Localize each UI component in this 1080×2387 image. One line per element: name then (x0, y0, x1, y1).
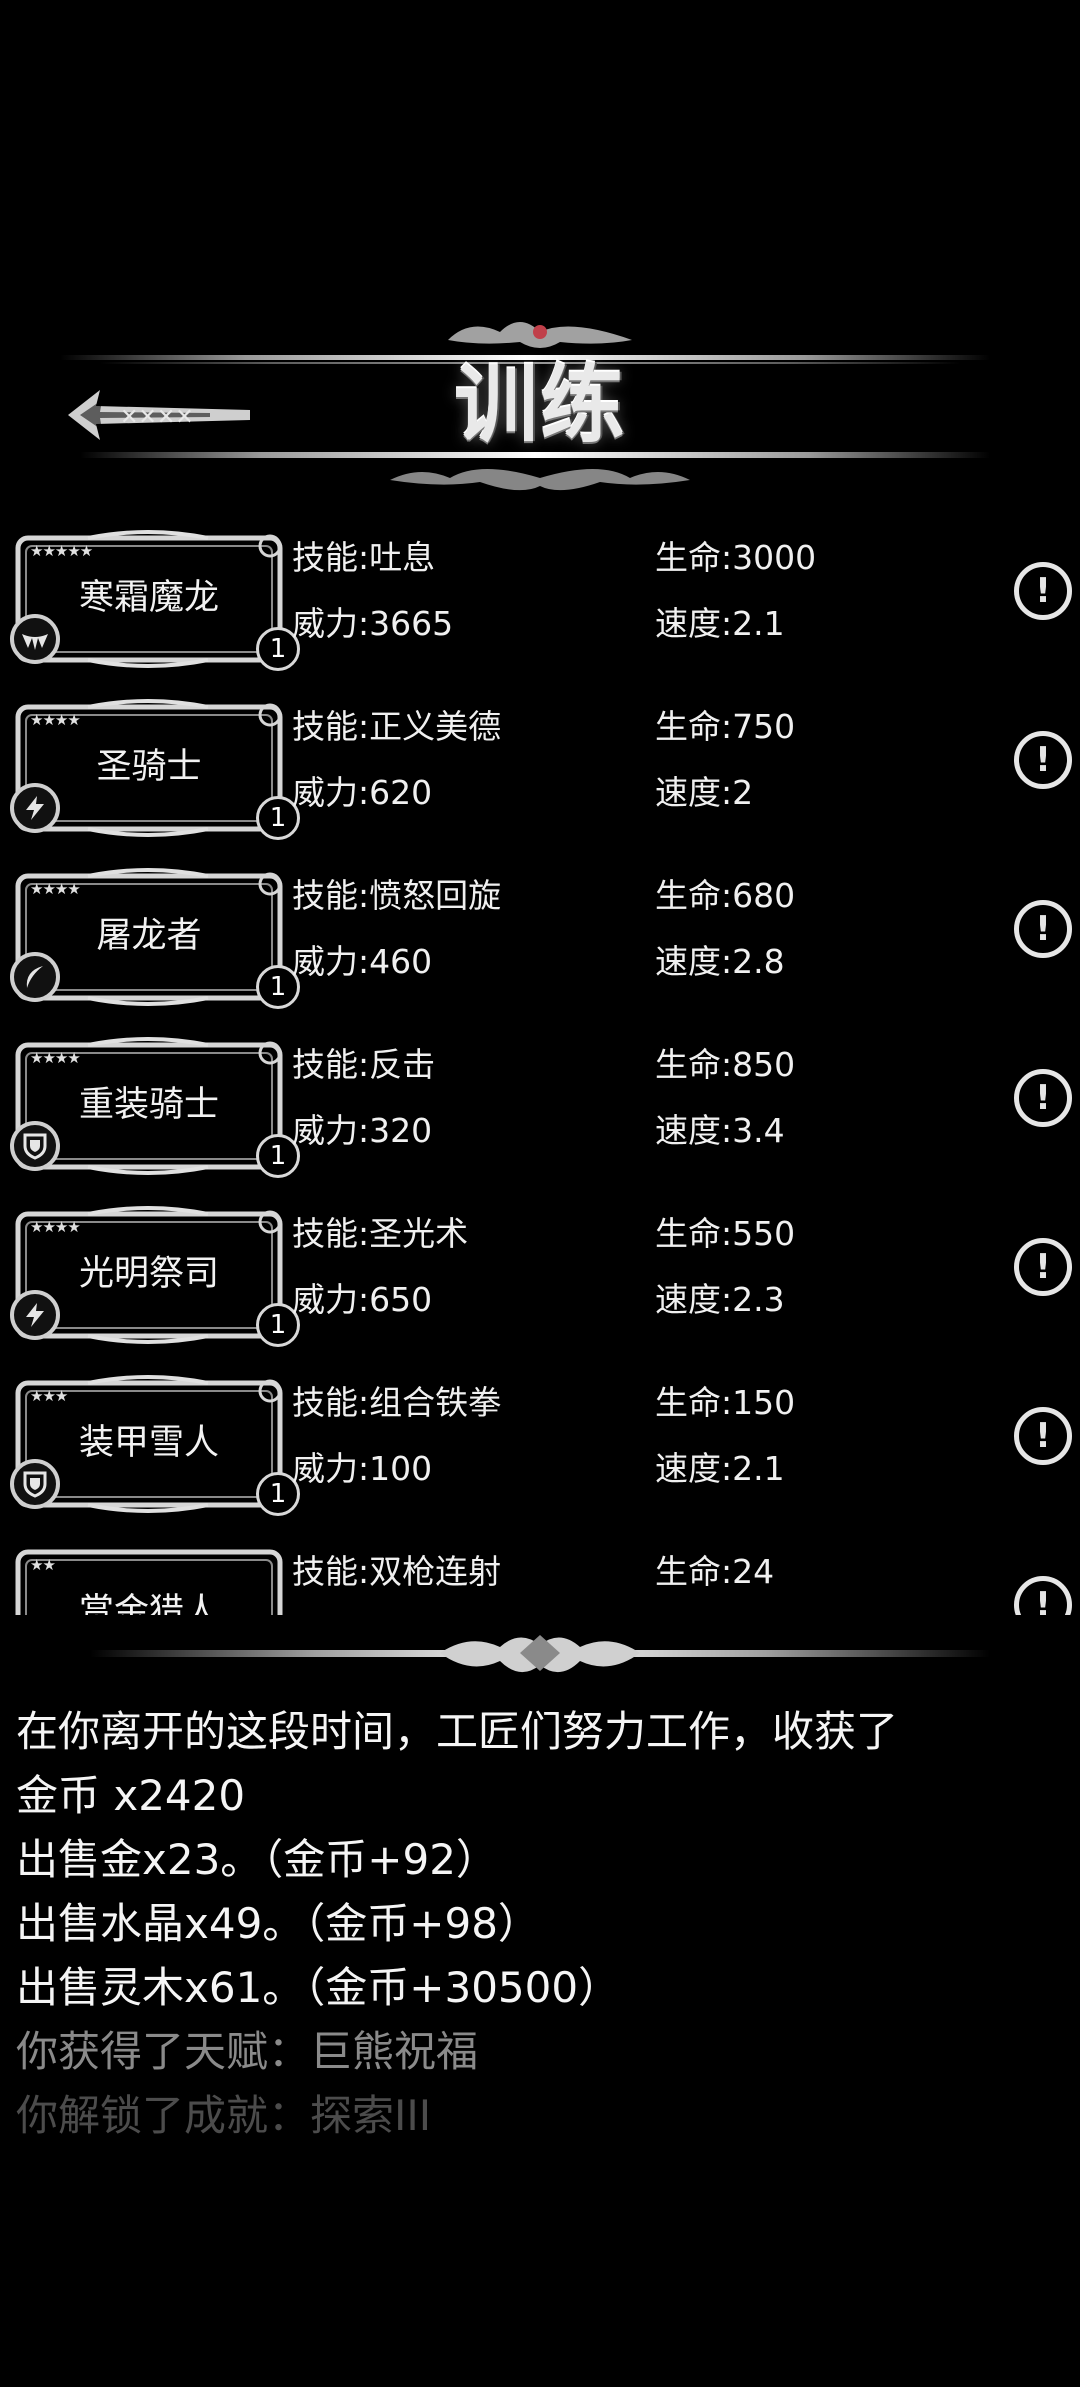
exclamation-info-icon: ! (1035, 1585, 1051, 1615)
hero-name: 装甲雪人 (78, 1423, 219, 1463)
exclamation-info-icon: ! (1035, 740, 1051, 780)
page-title: 训练 (453, 355, 626, 454)
hero-name: 光明祭司 (78, 1254, 219, 1294)
log-line: 出售灵木x61。（金币+30500） (16, 1963, 621, 2012)
hero-hp: 生命:680 (655, 876, 796, 915)
hero-card[interactable]: ★★★★ 圣骑士 1 (8, 699, 300, 841)
hero-row[interactable]: ★★ 赏金猎人 技能:双枪连射 生命:24 ! (0, 1534, 1080, 1615)
rarity-stars: ★★★★ (30, 880, 81, 898)
hero-row[interactable]: ★★★★★ 寒霜魔龙 1 技能:吐息 威力:3665 生命:3000 速度:2.… (0, 520, 1080, 680)
rarity-stars: ★★★ (30, 1387, 68, 1405)
log-line: 你获得了天赋：巨熊祝福 (16, 2027, 479, 2076)
hero-list[interactable]: ★★★★★ 寒霜魔龙 1 技能:吐息 威力:3665 生命:3000 速度:2.… (0, 520, 1080, 1615)
info-button[interactable]: ! (1014, 1069, 1072, 1127)
hero-speed: 速度:2 (655, 773, 754, 812)
hero-skill: 技能:组合铁拳 (292, 1383, 502, 1422)
exclamation-info-icon: ! (1035, 571, 1051, 611)
hero-hp: 生命:3000 (655, 538, 817, 577)
hero-card[interactable]: ★★★★ 光明祭司 1 (8, 1206, 300, 1348)
hero-row[interactable]: ★★★★ 屠龙者 1 技能:愤怒回旋 威力:460 生命:680 速度:2.8 … (0, 858, 1080, 1018)
exclamation-info-icon: ! (1035, 1247, 1051, 1287)
exclamation-info-icon: ! (1035, 1416, 1051, 1456)
hero-card[interactable]: ★★★★ 屠龙者 1 (8, 868, 300, 1010)
hero-speed: 速度:3.4 (655, 1111, 785, 1150)
rarity-stars: ★★★★★ (30, 542, 93, 560)
hero-name: 赏金猎人 (78, 1592, 219, 1615)
ornate-divider (0, 1625, 1080, 1695)
hero-skill: 技能:双枪连射 (292, 1552, 502, 1591)
hero-skill: 技能:正义美德 (292, 707, 502, 746)
dragon-wing-icon (10, 614, 60, 664)
shield-icon (10, 1121, 60, 1171)
event-log: 在你离开的这段时间，工匠们努力工作，收获了 金币 x2420 出售金x23。（金… (16, 1700, 1066, 2148)
log-line: 出售水晶x49。（金币+98） (16, 1899, 540, 1948)
shield-icon (10, 1459, 60, 1509)
hero-power: 威力:3665 (292, 604, 454, 643)
exclamation-info-icon: ! (1035, 1078, 1051, 1118)
hero-name: 重装骑士 (78, 1085, 219, 1125)
hero-hp: 生命:150 (655, 1383, 796, 1422)
hero-row[interactable]: ★★★★ 圣骑士 1 技能:正义美德 威力:620 生命:750 速度:2 ! (0, 689, 1080, 849)
ornate-back-arrow-icon: ✕✕✕✕ (68, 390, 250, 440)
hero-power: 威力:650 (292, 1280, 433, 1319)
hero-skill: 技能:反击 (292, 1045, 436, 1084)
svg-text:✕✕✕✕: ✕✕✕✕ (120, 405, 194, 430)
hero-speed: 速度:2.8 (655, 942, 785, 981)
rarity-stars: ★★★★ (30, 1049, 81, 1067)
hero-skill: 技能:吐息 (292, 538, 436, 577)
rarity-stars: ★★★★ (30, 711, 81, 729)
hero-row[interactable]: ★★★ 装甲雪人 1 技能:组合铁拳 威力:100 生命:150 速度:2.1 … (0, 1365, 1080, 1525)
info-button[interactable]: ! (1014, 731, 1072, 789)
hero-skill: 技能:愤怒回旋 (292, 876, 502, 915)
hero-card[interactable]: ★★★ 装甲雪人 1 (8, 1375, 300, 1517)
hero-power: 威力:100 (292, 1449, 433, 1488)
lightning-icon (10, 783, 60, 833)
crescent-blade-icon (10, 952, 60, 1002)
info-button[interactable]: ! (1014, 562, 1072, 620)
info-button[interactable]: ! (1014, 900, 1072, 958)
log-line: 在你离开的这段时间，工匠们努力工作，收获了 (16, 1707, 899, 1756)
log-line: 你解锁了成就：探索III (16, 2091, 432, 2140)
hero-row[interactable]: ★★★★ 光明祭司 1 技能:圣光术 威力:650 生命:550 速度:2.3 … (0, 1196, 1080, 1356)
hero-power: 威力:620 (292, 773, 433, 812)
hero-card[interactable]: ★★ 赏金猎人 (8, 1544, 288, 1615)
log-line: 金币 x2420 (16, 1771, 246, 1820)
hero-hp: 生命:750 (655, 707, 796, 746)
exclamation-info-icon: ! (1035, 909, 1051, 949)
hero-skill: 技能:圣光术 (292, 1214, 469, 1253)
hero-name: 寒霜魔龙 (78, 578, 219, 618)
rarity-stars: ★★ (30, 1556, 56, 1574)
back-button[interactable]: ✕✕✕✕ (60, 380, 250, 450)
hero-speed: 速度:2.1 (655, 1449, 785, 1488)
hero-name: 圣骑士 (96, 747, 202, 787)
hero-card[interactable]: ★★★★ 重装骑士 1 (8, 1037, 300, 1179)
hero-power: 威力:460 (292, 942, 433, 981)
info-button[interactable]: ! (1014, 1576, 1072, 1615)
lightning-icon (10, 1290, 60, 1340)
info-button[interactable]: ! (1014, 1407, 1072, 1465)
hero-speed: 速度:2.1 (655, 604, 785, 643)
hero-hp: 生命:550 (655, 1214, 796, 1253)
hero-row[interactable]: ★★★★ 重装骑士 1 技能:反击 威力:320 生命:850 速度:3.4 ! (0, 1027, 1080, 1187)
hero-speed: 速度:2.3 (655, 1280, 785, 1319)
rarity-stars: ★★★★ (30, 1218, 81, 1236)
hero-power: 威力:320 (292, 1111, 433, 1150)
hero-hp: 生命:850 (655, 1045, 796, 1084)
info-button[interactable]: ! (1014, 1238, 1072, 1296)
log-line: 出售金x23。（金币+92） (16, 1835, 498, 1884)
hero-card[interactable]: ★★★★★ 寒霜魔龙 1 (8, 530, 300, 672)
hero-name: 屠龙者 (96, 916, 202, 956)
hero-hp: 生命:24 (655, 1552, 775, 1591)
header-banner: ✕✕✕✕ 训练 (0, 310, 1080, 510)
